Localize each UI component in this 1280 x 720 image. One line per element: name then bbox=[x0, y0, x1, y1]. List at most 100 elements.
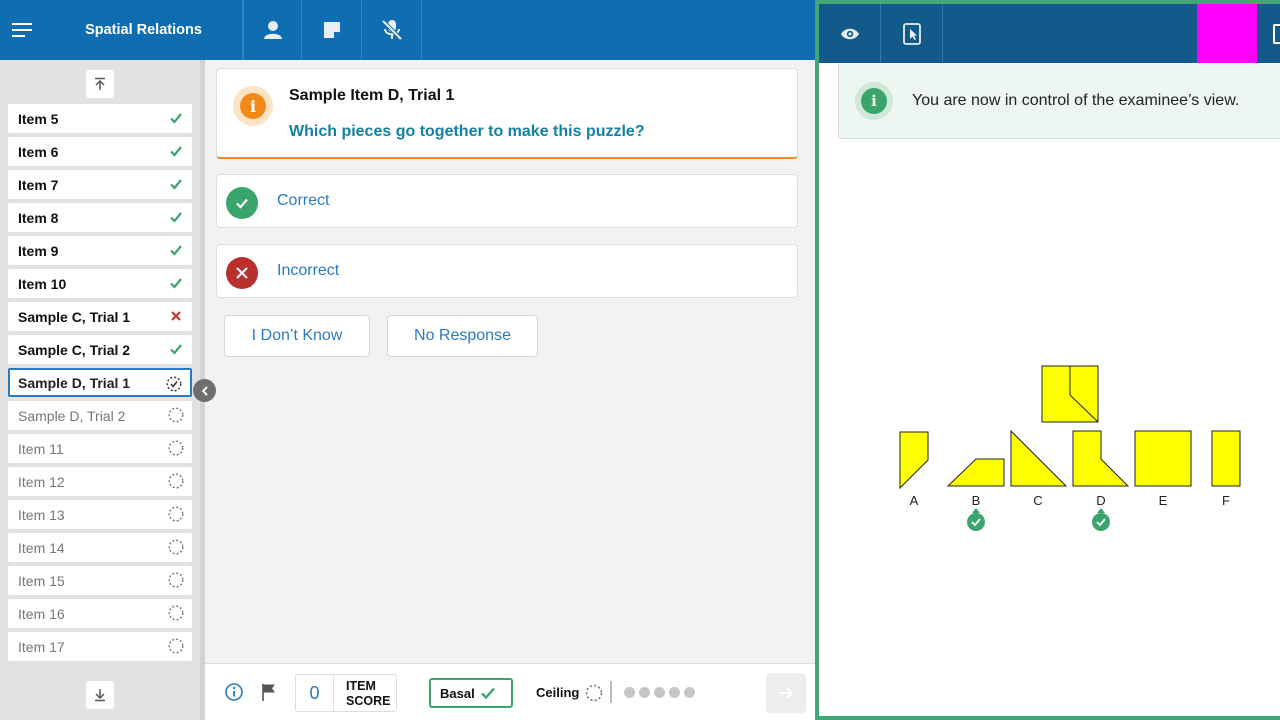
in-progress-icon bbox=[166, 376, 182, 392]
collapse-sidebar-button[interactable] bbox=[193, 379, 216, 402]
question-title: Sample Item D, Trial 1 bbox=[289, 87, 455, 104]
sidebar-item-label: Item 10 bbox=[18, 275, 67, 292]
sidebar-item[interactable]: Sample D, Trial 1 bbox=[8, 368, 192, 397]
app-title: Spatial Relations bbox=[45, 0, 243, 60]
x-icon bbox=[226, 257, 258, 289]
examinee-button[interactable] bbox=[243, 0, 302, 60]
scroll-to-top-button[interactable] bbox=[86, 70, 114, 98]
sidebar-item[interactable]: Item 12 bbox=[8, 467, 192, 496]
sidebar-item[interactable]: Item 11 bbox=[8, 434, 192, 463]
flag-button[interactable] bbox=[261, 683, 277, 706]
ceiling-divider bbox=[610, 681, 612, 703]
item-score-label-line2: SCORE bbox=[346, 694, 391, 708]
check-icon bbox=[170, 113, 182, 124]
menu-button[interactable] bbox=[0, 0, 45, 60]
item-sidebar: Item 5 Item 6 Item 7 Item 8 Item 9 Item 10 Sam… bbox=[0, 60, 200, 720]
next-button[interactable] bbox=[766, 673, 806, 713]
piece-label: A bbox=[909, 493, 919, 508]
puzzle-piece-e[interactable] bbox=[1134, 430, 1192, 487]
pending-circle-icon bbox=[168, 473, 184, 489]
sidebar-item-label: Item 12 bbox=[18, 473, 65, 490]
item-score-value: 0 bbox=[296, 675, 334, 711]
info-circle-icon bbox=[225, 683, 243, 701]
no-response-button[interactable]: No Response bbox=[387, 315, 538, 357]
item-score: 0 ITEM SCORE bbox=[295, 674, 397, 712]
flag-icon bbox=[262, 684, 275, 701]
sidebar-item-label: Sample C, Trial 2 bbox=[18, 341, 131, 358]
pending-circle-icon bbox=[168, 572, 184, 588]
arrow-right-icon bbox=[779, 687, 794, 699]
mic-button[interactable] bbox=[362, 0, 422, 60]
check-icon bbox=[226, 187, 258, 219]
sidebar-item[interactable]: Item 9 bbox=[8, 236, 192, 265]
ceiling-dot bbox=[639, 687, 650, 698]
pending-circle-icon bbox=[168, 407, 184, 423]
sidebar-item[interactable]: Sample D, Trial 2 bbox=[8, 401, 192, 430]
basal-label: Basal bbox=[440, 685, 475, 701]
check-icon bbox=[480, 687, 495, 700]
target-puzzle-shape bbox=[1041, 365, 1099, 423]
notes-button[interactable] bbox=[302, 0, 362, 60]
ceiling-dot bbox=[669, 687, 680, 698]
arrow-to-bottom-icon bbox=[95, 689, 105, 702]
check-icon bbox=[170, 146, 182, 157]
top-toolbar: Spatial Relations bbox=[0, 0, 815, 60]
info-button[interactable] bbox=[225, 683, 243, 706]
question-card: i Sample Item D, Trial 1 Which pieces go… bbox=[216, 68, 798, 159]
sidebar-item[interactable]: Item 5 bbox=[8, 104, 192, 133]
sidebar-item-label: Item 7 bbox=[18, 176, 59, 193]
info-icon: i bbox=[233, 86, 273, 126]
chevron-left-icon bbox=[201, 385, 208, 396]
arrow-to-top-icon bbox=[95, 77, 105, 90]
puzzle-piece-b[interactable] bbox=[946, 458, 1005, 487]
puzzle-piece-c[interactable] bbox=[1010, 429, 1068, 487]
ceiling-dot bbox=[654, 687, 665, 698]
sidebar-item-label: Sample C, Trial 1 bbox=[18, 308, 131, 325]
x-icon bbox=[171, 311, 181, 321]
check-icon bbox=[170, 179, 182, 190]
correct-label: Correct bbox=[277, 192, 330, 209]
sidebar-item[interactable]: Item 16 bbox=[8, 599, 192, 628]
puzzle-piece-f[interactable] bbox=[1211, 430, 1241, 487]
pending-circle-icon bbox=[168, 506, 184, 522]
selection-check-icon-d bbox=[1092, 508, 1110, 531]
piece-label: D bbox=[1096, 493, 1106, 508]
pending-circle-icon bbox=[168, 638, 184, 654]
item-list: Item 5 Item 6 Item 7 Item 8 Item 9 Item 10 Sam… bbox=[8, 104, 192, 674]
sidebar-item[interactable]: Item 6 bbox=[8, 137, 192, 166]
correct-option[interactable]: Correct bbox=[216, 174, 798, 228]
sidebar-item[interactable]: Item 13 bbox=[8, 500, 192, 529]
item-score-label-line1: ITEM bbox=[346, 679, 376, 693]
sidebar-item-label: Item 15 bbox=[18, 572, 65, 589]
scroll-to-bottom-button[interactable] bbox=[86, 681, 114, 709]
sidebar-item-label: Item 16 bbox=[18, 605, 65, 622]
sidebar-item[interactable]: Item 15 bbox=[8, 566, 192, 595]
piece-label: F bbox=[1222, 493, 1230, 508]
incorrect-option[interactable]: Incorrect bbox=[216, 244, 798, 298]
person-icon bbox=[263, 21, 282, 39]
sidebar-item-label: Item 13 bbox=[18, 506, 65, 523]
pending-circle-icon bbox=[168, 605, 184, 621]
sidebar-item[interactable]: Sample C, Trial 2 bbox=[8, 335, 192, 364]
examiner-pane: Spatial Relations Item 5 Item 6 Item 7 I… bbox=[0, 0, 815, 720]
sidebar-item[interactable]: Sample C, Trial 1 bbox=[8, 302, 192, 331]
footer-bar: 0 ITEM SCORE Basal Ceiling bbox=[205, 663, 815, 720]
pending-circle-icon bbox=[585, 684, 603, 702]
check-icon bbox=[170, 344, 182, 355]
sidebar-item[interactable]: Item 14 bbox=[8, 533, 192, 562]
sidebar-item[interactable]: Item 10 bbox=[8, 269, 192, 298]
sidebar-item[interactable]: Item 8 bbox=[8, 203, 192, 232]
puzzle-piece-d[interactable] bbox=[1072, 430, 1130, 487]
sidebar-item-label: Item 9 bbox=[18, 242, 59, 259]
selection-check-icon-b bbox=[967, 508, 985, 531]
sidebar-item[interactable]: Item 17 bbox=[8, 632, 192, 661]
basal-status: Basal bbox=[429, 678, 513, 708]
ceiling-dot bbox=[684, 687, 695, 698]
dont-know-button[interactable]: I Don’t Know bbox=[224, 315, 370, 357]
sidebar-item-label: Sample D, Trial 1 bbox=[18, 374, 131, 391]
menu-icon bbox=[11, 23, 32, 37]
sidebar-item-label: Item 6 bbox=[18, 143, 59, 160]
sidebar-item[interactable]: Item 7 bbox=[8, 170, 192, 199]
sidebar-item-label: Sample D, Trial 2 bbox=[18, 407, 126, 424]
puzzle-piece-a[interactable] bbox=[899, 431, 929, 490]
